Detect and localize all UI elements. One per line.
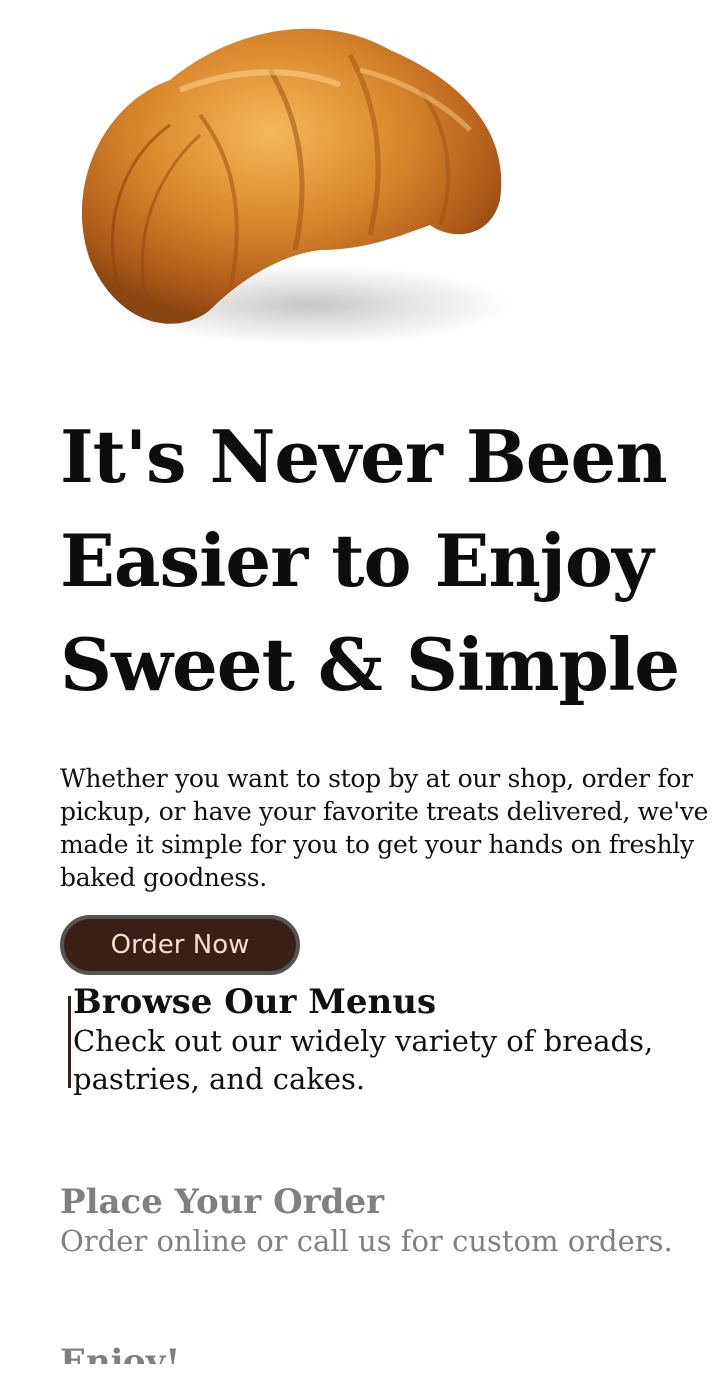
step-title: Place Your Order: [60, 1182, 384, 1222]
active-step-indicator: [68, 996, 71, 1088]
step-title: Browse Our Menus: [73, 982, 437, 1022]
step-description: Check out our widely variety of breads, …: [73, 1024, 654, 1096]
croissant-image: [60, 10, 520, 360]
step-description: Order online or call us for custom order…: [60, 1224, 673, 1258]
step-enjoy[interactable]: Enjoy!: [60, 1342, 710, 1364]
intro-paragraph: Whether you want to stop by at our shop,…: [60, 764, 709, 892]
page-headline: It's Never Been Easier to Enjoy Sweet & …: [60, 405, 700, 717]
step-browse-menus[interactable]: Browse Our Menus Check out our widely va…: [60, 982, 720, 1098]
step-title: Enjoy!: [60, 1342, 181, 1364]
step-place-order[interactable]: Place Your Order Order online or call us…: [60, 1182, 710, 1260]
headline-line-3: Sweet & Simple: [60, 622, 680, 707]
headline-line-1: It's Never Been: [60, 414, 668, 499]
order-now-button[interactable]: Order Now: [60, 915, 300, 975]
headline-line-2: Easier to Enjoy: [60, 518, 654, 603]
